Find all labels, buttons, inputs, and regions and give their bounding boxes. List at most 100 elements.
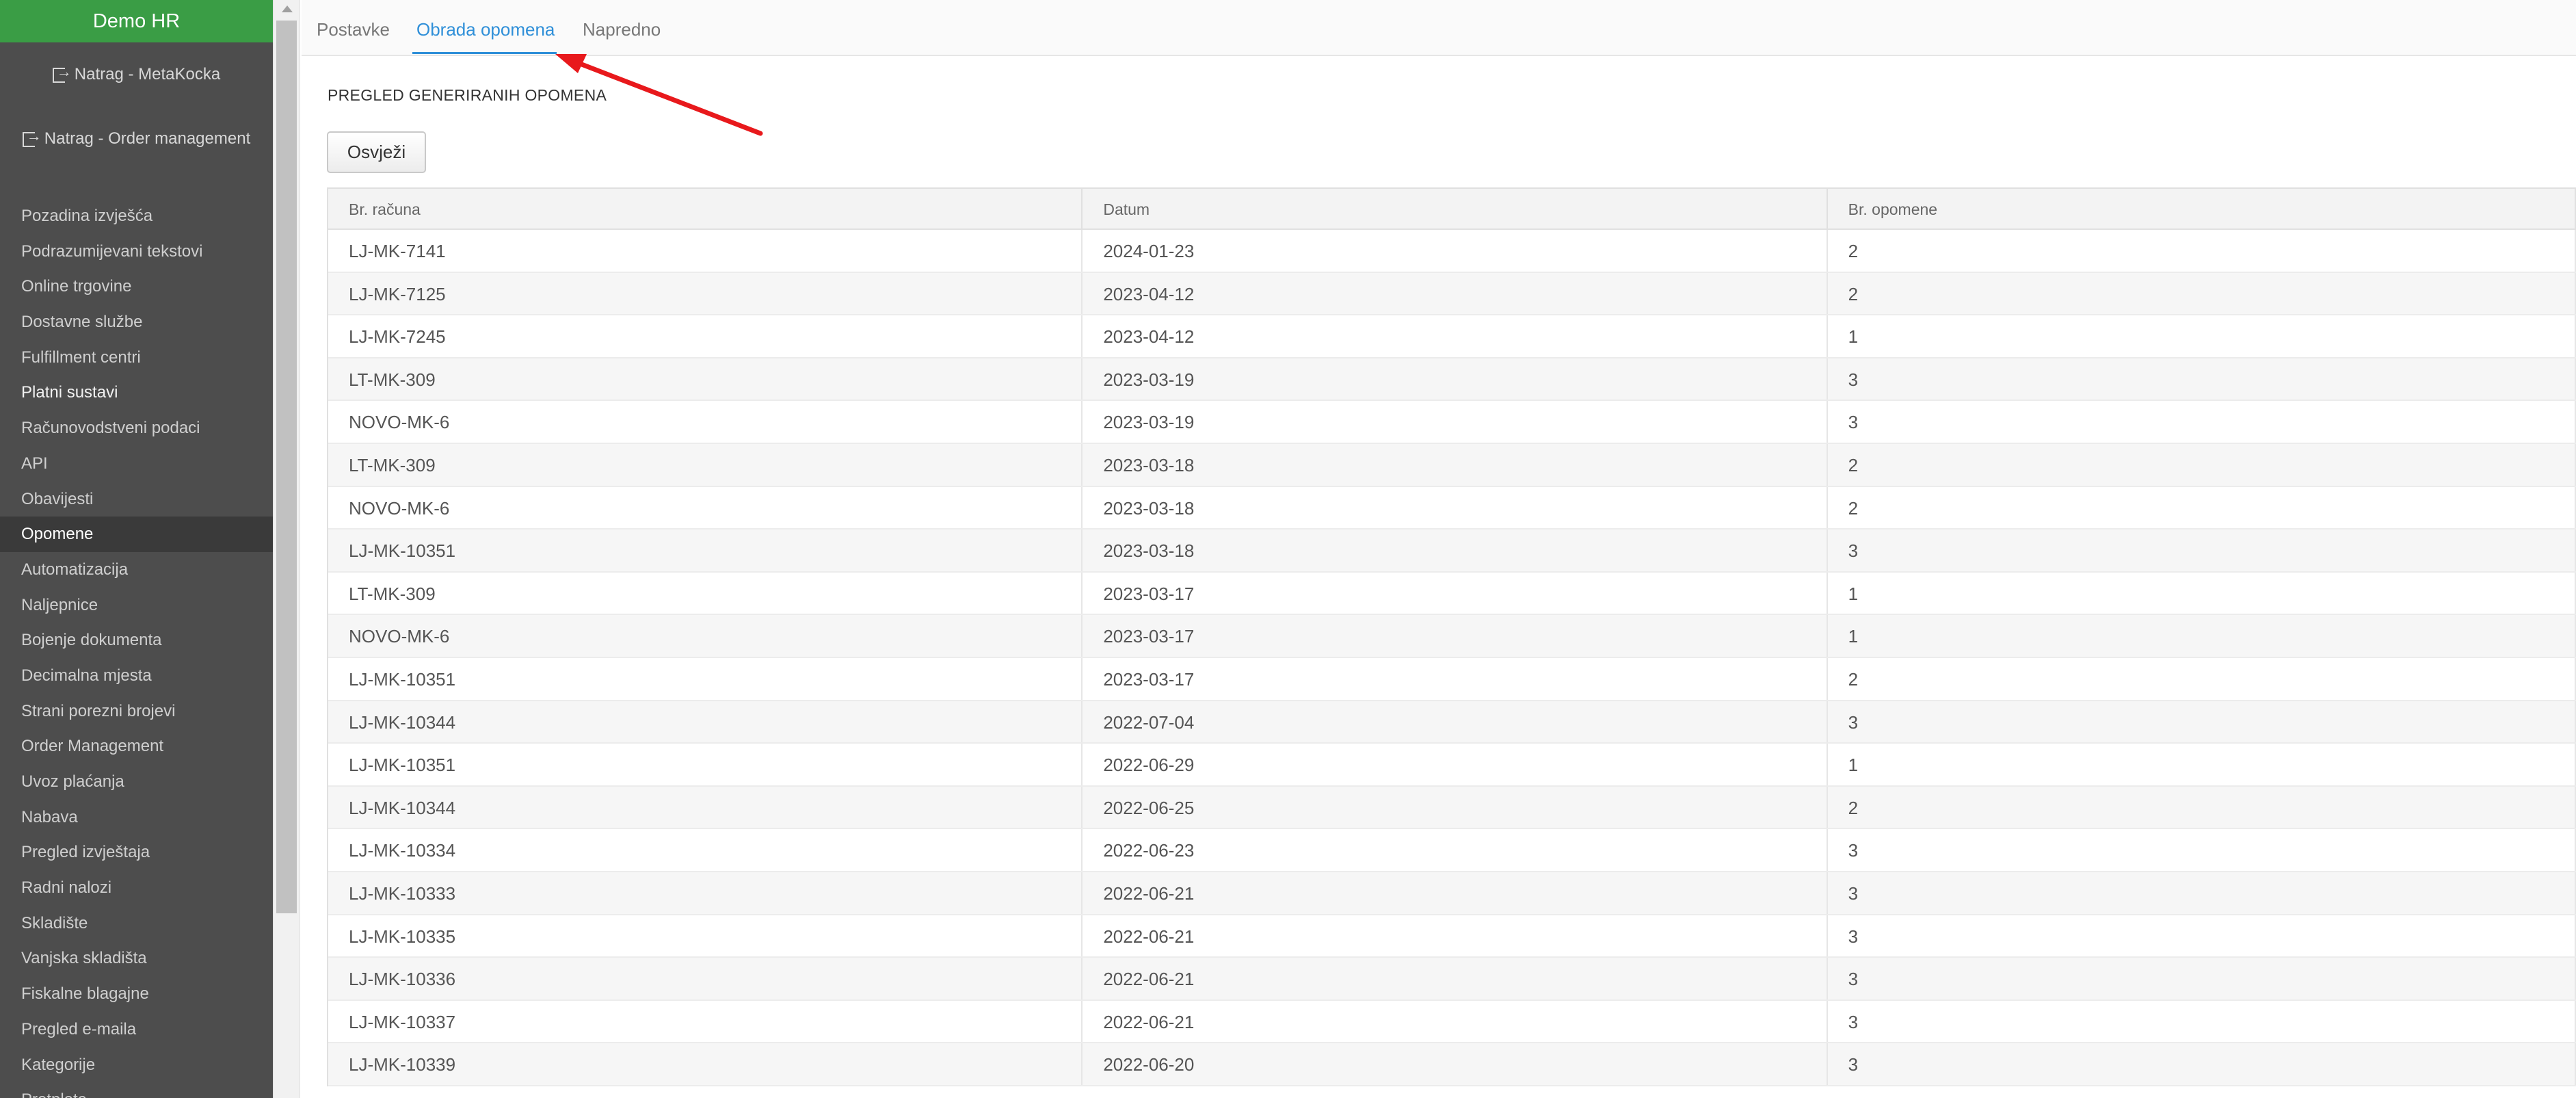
main-content: Postavke Obrada opomena Napredno PREGLED…	[302, 0, 2576, 1098]
table-row[interactable]: NOVO-MK-6 2023-03-18 2	[328, 486, 2576, 530]
sign-out-icon	[22, 127, 42, 147]
sidebar-item[interactable]: Pretplata	[0, 1082, 273, 1098]
sidebar-item[interactable]: Opomene	[0, 517, 273, 552]
cell-reminder-number: 3	[1828, 958, 2576, 999]
table-row[interactable]: NOVO-MK-6 2023-03-17 1	[328, 615, 2576, 658]
table-row[interactable]: LJ-MK-10351 2023-03-18 3	[328, 530, 2576, 573]
cell-invoice-number: NOVO-MK-6	[328, 401, 1083, 443]
cell-reminder-number: 2	[1828, 657, 2576, 700]
back-link-order-management[interactable]: Natrag - Order management	[0, 107, 273, 171]
sidebar-item[interactable]: Podrazumijevani tekstovi	[0, 234, 273, 270]
sidebar-item[interactable]: Platni sustavi	[0, 375, 273, 410]
sign-out-icon	[52, 63, 72, 83]
table-row[interactable]: LJ-MK-10335 2022-06-21 3	[328, 915, 2576, 958]
tab-obrada-opomena[interactable]: Obrada opomena	[416, 19, 555, 40]
cell-date: 2022-06-25	[1083, 786, 1828, 828]
cell-date: 2023-04-12	[1083, 272, 1828, 315]
cell-reminder-number: 2	[1828, 230, 2576, 272]
cell-reminder-number: 2	[1828, 443, 2576, 486]
cell-invoice-number: LJ-MK-10336	[328, 958, 1083, 999]
cell-invoice-number: LJ-MK-10333	[328, 872, 1083, 914]
sidebar-item[interactable]: Fulfillment centri	[0, 340, 273, 376]
table-row[interactable]: LJ-MK-10336 2022-06-21 3	[328, 958, 2576, 1001]
sidebar-item[interactable]: Fiskalne blagajne	[0, 976, 273, 1012]
table-body: LJ-MK-7141 2024-01-23 2 LJ-MK-7125 2023-04-1…	[328, 230, 2576, 1086]
tab-napredno[interactable]: Napredno	[583, 19, 661, 40]
cell-date: 2023-03-17	[1083, 572, 1828, 614]
sidebar-item[interactable]: Pregled e-maila	[0, 1012, 273, 1047]
brand-title[interactable]: Demo HR	[0, 0, 273, 42]
sidebar-item[interactable]: Decimalna mjesta	[0, 658, 273, 694]
sidebar-item[interactable]: API	[0, 446, 273, 482]
cell-reminder-number: 3	[1828, 401, 2576, 443]
column-header-date[interactable]: Datum	[1083, 189, 1828, 228]
table-row[interactable]: LJ-MK-10344 2022-06-25 2	[328, 786, 2576, 830]
table-row[interactable]: LJ-MK-7141 2024-01-23 2	[328, 230, 2576, 273]
table-row[interactable]: LJ-MK-7125 2023-04-12 2	[328, 272, 2576, 316]
sidebar-item[interactable]: Obavijesti	[0, 482, 273, 517]
column-header-invoice-number[interactable]: Br. računa	[328, 189, 1083, 228]
table-row[interactable]: LJ-MK-10339 2022-06-20 3	[328, 1043, 2576, 1086]
refresh-button[interactable]: Osvježi	[327, 131, 426, 173]
cell-invoice-number: LJ-MK-10351	[328, 744, 1083, 785]
cell-date: 2023-03-17	[1083, 615, 1828, 657]
sidebar-item[interactable]: Order Management	[0, 729, 273, 764]
cell-invoice-number: LJ-MK-7245	[328, 315, 1083, 357]
sidebar-item[interactable]: Računovodstveni podaci	[0, 410, 273, 446]
cell-date: 2023-03-18	[1083, 486, 1828, 529]
sidebar-item[interactable]: Bojenje dokumenta	[0, 623, 273, 658]
sidebar-item[interactable]: Radni nalozi	[0, 870, 273, 906]
sidebar-item[interactable]: Strani porezni brojevi	[0, 694, 273, 729]
table-row[interactable]: LT-MK-309 2023-03-17 1	[328, 572, 2576, 616]
tab-postavke[interactable]: Postavke	[317, 19, 390, 40]
section-title: PREGLED GENERIRANIH OPOMENA	[328, 86, 607, 104]
cell-reminder-number: 3	[1828, 915, 2576, 957]
table-row[interactable]: LJ-MK-10351 2023-03-17 2	[328, 657, 2576, 701]
column-header-reminder-number[interactable]: Br. opomene	[1828, 189, 2576, 228]
table-row[interactable]: LT-MK-309 2023-03-19 3	[328, 358, 2576, 402]
cell-invoice-number: LT-MK-309	[328, 358, 1083, 400]
sidebar-item[interactable]: Vanjska skladišta	[0, 941, 273, 976]
sidebar-item[interactable]: Nabava	[0, 800, 273, 835]
cell-invoice-number: NOVO-MK-6	[328, 486, 1083, 529]
sidebar-item[interactable]: Pozadina izvješća	[0, 198, 273, 234]
table-row[interactable]: NOVO-MK-6 2023-03-19 3	[328, 401, 2576, 444]
sidebar-item[interactable]: Skladište	[0, 906, 273, 941]
cell-invoice-number: LJ-MK-10351	[328, 657, 1083, 700]
sidebar-item[interactable]: Naljepnice	[0, 588, 273, 623]
cell-reminder-number: 3	[1828, 1000, 2576, 1043]
cell-invoice-number: LT-MK-309	[328, 572, 1083, 614]
sidebar-item[interactable]: Uvoz plaćanja	[0, 764, 273, 800]
sidebar-item[interactable]: Online trgovine	[0, 269, 273, 304]
table-row[interactable]: LJ-MK-10351 2022-06-29 1	[328, 744, 2576, 787]
cell-date: 2023-03-19	[1083, 358, 1828, 400]
cell-reminder-number: 3	[1828, 701, 2576, 743]
back-link-metakocka[interactable]: Natrag - MetaKocka	[0, 42, 273, 107]
table-row[interactable]: LJ-MK-7245 2023-04-12 1	[328, 315, 2576, 358]
scrollbar[interactable]	[273, 0, 300, 1098]
cell-invoice-number: LJ-MK-10344	[328, 786, 1083, 828]
cell-reminder-number: 2	[1828, 272, 2576, 315]
scrollbar-thumb[interactable]	[276, 21, 297, 913]
cell-date: 2022-07-04	[1083, 701, 1828, 743]
back-link-label: Natrag - Order management	[44, 129, 251, 148]
cell-date: 2022-06-21	[1083, 1000, 1828, 1043]
tab-bar: Postavke Obrada opomena Napredno	[302, 0, 2576, 56]
sidebar-item[interactable]: Dostavne službe	[0, 304, 273, 340]
cell-invoice-number: NOVO-MK-6	[328, 615, 1083, 657]
table-row[interactable]: LJ-MK-10337 2022-06-21 3	[328, 1000, 2576, 1044]
scroll-up-arrow-icon[interactable]	[282, 5, 293, 12]
cell-invoice-number: LJ-MK-10335	[328, 915, 1083, 957]
sidebar-item[interactable]: Pregled izvještaja	[0, 835, 273, 870]
table-header: Br. računa Datum Br. opomene	[328, 187, 2576, 230]
table-row[interactable]: LJ-MK-10333 2022-06-21 3	[328, 872, 2576, 915]
table-row[interactable]: LJ-MK-10334 2022-06-23 3	[328, 829, 2576, 872]
back-link-label: Natrag - MetaKocka	[74, 65, 221, 83]
cell-reminder-number: 2	[1828, 786, 2576, 828]
table-row[interactable]: LJ-MK-10344 2022-07-04 3	[328, 701, 2576, 744]
cell-reminder-number: 2	[1828, 486, 2576, 529]
table-row[interactable]: LT-MK-309 2023-03-18 2	[328, 443, 2576, 487]
cell-reminder-number: 3	[1828, 530, 2576, 571]
sidebar-item[interactable]: Automatizacija	[0, 552, 273, 588]
sidebar-item[interactable]: Kategorije	[0, 1047, 273, 1083]
